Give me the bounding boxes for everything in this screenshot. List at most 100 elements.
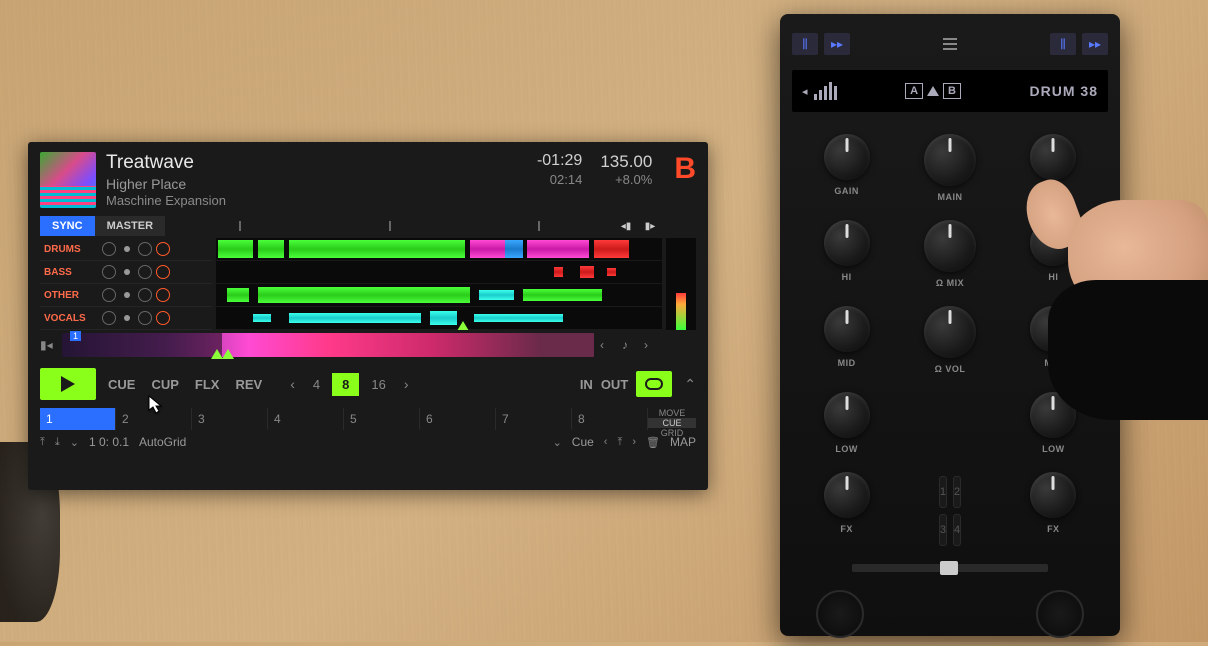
knob-low-a[interactable] xyxy=(824,392,870,438)
stem-filter-icon[interactable] xyxy=(138,242,152,256)
track-artist: Higher Place xyxy=(106,176,527,192)
stem-row-bass[interactable]: BASS xyxy=(40,261,212,284)
screen-level-icon xyxy=(814,82,837,100)
cue-type-button[interactable]: Cue xyxy=(572,435,594,449)
stem-mute-icon[interactable] xyxy=(102,311,116,325)
knob-mix[interactable] xyxy=(924,220,976,272)
play-button[interactable] xyxy=(40,368,96,400)
level-meter xyxy=(666,238,696,330)
cue-next-button[interactable]: › xyxy=(632,436,636,448)
ctrl-top-ff2-icon[interactable]: ▸▸ xyxy=(1082,33,1108,55)
screen-deck-a: A xyxy=(905,83,923,99)
sync-button[interactable]: SYNC xyxy=(40,216,95,236)
bpm-value[interactable]: 135.00 xyxy=(600,152,652,172)
ctrl-top-eq-icon[interactable]: ⫼ xyxy=(792,33,818,55)
hotcue-8[interactable]: 8 xyxy=(572,408,648,430)
overview-waveform[interactable]: 1 xyxy=(62,333,594,357)
crossfader[interactable] xyxy=(852,564,1048,572)
pad-3[interactable]: 3 xyxy=(939,514,947,546)
overview-prev-button[interactable]: ▮◂ xyxy=(40,338,56,352)
cue-prev-button[interactable]: ‹ xyxy=(604,436,608,448)
grid-marker-left-icon[interactable]: ⤒ xyxy=(40,436,45,449)
cue-marker[interactable]: 1 xyxy=(70,331,81,341)
knob-fx-b[interactable] xyxy=(1030,472,1076,518)
knob-hi-a[interactable] xyxy=(824,220,870,266)
expand-button[interactable]: ⌃ xyxy=(684,376,696,393)
cue-delete-icon[interactable]: 🗑 xyxy=(646,436,660,449)
pitch-value[interactable]: +8.0% xyxy=(615,172,652,187)
stem-mute-icon[interactable] xyxy=(102,242,116,256)
master-button[interactable]: MASTER xyxy=(95,216,165,236)
beatjump-16-button[interactable]: 16 xyxy=(361,373,395,396)
nudge-fwd-button[interactable]: ▮▸ xyxy=(638,217,662,235)
knob-gain-b[interactable] xyxy=(1030,134,1076,180)
knob-vol[interactable] xyxy=(924,306,976,358)
cue-dropdown-icon[interactable]: ⌄ xyxy=(553,436,562,449)
dj-deck-panel: Treatwave Higher Place Maschine Expansio… xyxy=(28,142,708,490)
overview-note-icon[interactable]: ♪ xyxy=(622,338,638,352)
loop-out-button[interactable]: OUT xyxy=(601,377,628,392)
stem-vol-icon[interactable] xyxy=(124,269,130,275)
beatjump-4-button[interactable]: 4 xyxy=(303,373,330,396)
hotcue-7[interactable]: 7 xyxy=(496,408,572,430)
pad-2[interactable]: 2 xyxy=(953,476,961,508)
rev-button[interactable]: REV xyxy=(231,377,266,392)
waveform-display[interactable] xyxy=(216,238,662,330)
hotcue-mode-cue[interactable]: CUE xyxy=(648,418,696,428)
ctrl-top-ff-icon[interactable]: ▸▸ xyxy=(824,33,850,55)
autogrid-button[interactable]: AutoGrid xyxy=(139,435,186,449)
knob-gain-a[interactable] xyxy=(824,134,870,180)
deck-letter: B xyxy=(674,152,696,186)
hotcue-4[interactable]: 4 xyxy=(268,408,344,430)
stem-fx-icon[interactable] xyxy=(156,242,170,256)
stem-fx-icon[interactable] xyxy=(156,265,170,279)
loop-active-button[interactable] xyxy=(636,371,672,397)
map-button[interactable]: MAP xyxy=(670,435,696,449)
time-remaining: -01:29 xyxy=(537,152,582,170)
hotcue-mode-move[interactable]: MOVE xyxy=(648,408,696,418)
ctrl-menu-button[interactable] xyxy=(937,33,963,55)
cue-button[interactable]: CUE xyxy=(104,377,139,392)
cue-store-button[interactable]: ⤒ xyxy=(617,436,622,449)
beatjump-prev-button[interactable]: ‹ xyxy=(284,376,301,392)
grid-marker-right-icon[interactable]: ⤓ xyxy=(55,436,60,449)
grid-dropdown-icon[interactable]: ⌄ xyxy=(70,436,79,449)
beatjump-next-button[interactable]: › xyxy=(398,376,415,392)
hotcue-5[interactable]: 5 xyxy=(344,408,420,430)
beatjump-8-button[interactable]: 8 xyxy=(332,373,359,396)
cup-button[interactable]: CUP xyxy=(147,377,182,392)
grid-value: 1 0: 0.1 xyxy=(89,435,129,449)
stem-vol-icon[interactable] xyxy=(124,292,130,298)
loop-in-button[interactable]: IN xyxy=(580,377,593,392)
overview-left-button[interactable]: ‹ xyxy=(600,338,616,352)
hotcue-1[interactable]: 1 xyxy=(40,408,116,430)
hotcue-2[interactable]: 2 xyxy=(116,408,192,430)
overview-right-button[interactable]: › xyxy=(644,338,660,352)
stem-filter-icon[interactable] xyxy=(138,311,152,325)
stem-fx-icon[interactable] xyxy=(156,288,170,302)
cover-art[interactable] xyxy=(40,152,96,208)
stem-fx-icon[interactable] xyxy=(156,311,170,325)
stem-vol-icon[interactable] xyxy=(124,246,130,252)
nudge-back-button[interactable]: ◂▮ xyxy=(614,217,638,235)
jog-wheel-a[interactable] xyxy=(816,590,864,638)
hotcue-3[interactable]: 3 xyxy=(192,408,268,430)
hotcue-6[interactable]: 6 xyxy=(420,408,496,430)
knob-fx-a[interactable] xyxy=(824,472,870,518)
ctrl-top-eq2-icon[interactable]: ⫼ xyxy=(1050,33,1076,55)
stem-filter-icon[interactable] xyxy=(138,288,152,302)
stem-filter-icon[interactable] xyxy=(138,265,152,279)
pad-4[interactable]: 4 xyxy=(953,514,961,546)
stem-vol-icon[interactable] xyxy=(124,315,130,321)
stem-row-drums[interactable]: DRUMS xyxy=(40,238,212,261)
flx-button[interactable]: FLX xyxy=(191,377,224,392)
stem-mute-icon[interactable] xyxy=(102,288,116,302)
knob-mid-a[interactable] xyxy=(824,306,870,352)
pad-1[interactable]: 1 xyxy=(939,476,947,508)
stem-mute-icon[interactable] xyxy=(102,265,116,279)
stem-row-vocals[interactable]: VOCALS xyxy=(40,307,212,330)
knob-main[interactable] xyxy=(924,134,976,186)
jog-wheel-b[interactable] xyxy=(1036,590,1084,638)
stem-row-other[interactable]: OTHER xyxy=(40,284,212,307)
controller-screen: ◂ A B DRUM 38 xyxy=(792,70,1108,112)
